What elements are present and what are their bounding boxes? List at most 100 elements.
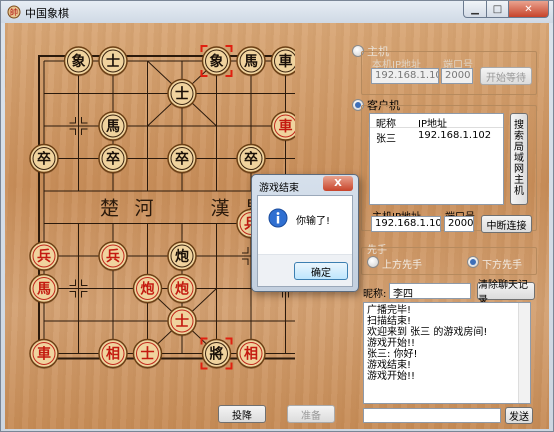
- client-port-field[interactable]: 2000: [444, 216, 474, 232]
- piece-label: 馬: [244, 54, 258, 70]
- close-icon: ✕: [524, 3, 533, 15]
- piece-label: 士: [175, 313, 189, 330]
- title-bar[interactable]: 帥 中国象棋 ▁ □ ✕: [1, 1, 553, 23]
- piece-label: 將: [210, 346, 224, 363]
- row-nickname: 张三: [376, 134, 396, 145]
- app-icon: 帥: [7, 5, 21, 19]
- chess-piece[interactable]: 卒: [167, 143, 197, 175]
- piece-label: 炮: [141, 281, 155, 298]
- piece-label: 士: [106, 53, 120, 70]
- top-first-label: 上方先手: [382, 260, 422, 271]
- dialog-body: 你输了! 确定: [257, 195, 353, 287]
- column-ip[interactable]: IP地址: [418, 115, 447, 130]
- chess-piece[interactable]: 車: [270, 46, 296, 77]
- close-button[interactable]: ✕: [509, 1, 549, 18]
- chess-piece[interactable]: 士: [98, 46, 128, 77]
- river-text: 河: [135, 197, 154, 219]
- dialog-message: 你输了!: [296, 216, 331, 227]
- chess-piece[interactable]: 馬: [98, 111, 128, 142]
- top-first-radio[interactable]: [367, 256, 379, 268]
- piece-label: 象: [72, 53, 86, 70]
- chat-line: 广播完毕!: [367, 305, 412, 316]
- server-port-field[interactable]: 2000: [441, 68, 473, 84]
- close-icon: X: [334, 178, 342, 189]
- chess-piece[interactable]: 相: [236, 338, 266, 370]
- piece-label: 兵: [106, 248, 120, 265]
- send-button[interactable]: 发送: [505, 407, 533, 424]
- chess-piece[interactable]: 士: [132, 338, 163, 370]
- piece-label: 馬: [37, 282, 51, 298]
- chess-piece[interactable]: 炮: [167, 273, 197, 305]
- piece-label: 象: [210, 53, 224, 70]
- chess-piece[interactable]: 車: [29, 338, 59, 370]
- chess-piece[interactable]: 馬: [29, 273, 59, 305]
- local-ip-field[interactable]: 192.168.1.102: [371, 68, 439, 84]
- piece-label: 卒: [37, 151, 51, 168]
- dialog-footer: 确定: [258, 254, 352, 286]
- host-ip-field[interactable]: 192.168.1.102: [371, 216, 441, 232]
- chess-piece[interactable]: 炮: [167, 241, 197, 272]
- chess-piece[interactable]: 將: [201, 338, 232, 370]
- disconnect-button[interactable]: 中断连接: [481, 215, 532, 233]
- piece-label: 士: [175, 86, 189, 103]
- chess-piece[interactable]: 馬: [236, 46, 266, 77]
- ready-button[interactable]: 准备: [287, 405, 335, 423]
- ok-button[interactable]: 确定: [294, 262, 348, 280]
- piece-label: 炮: [175, 281, 189, 298]
- chess-piece[interactable]: 兵: [29, 241, 59, 272]
- river-text: 漢: [210, 197, 229, 219]
- chess-piece[interactable]: 卒: [29, 143, 59, 175]
- window-title: 中国象棋: [25, 7, 69, 20]
- chess-piece[interactable]: 象: [201, 46, 232, 77]
- bottom-first-label: 下方先手: [482, 260, 522, 271]
- chat-line: 游戏结束!: [367, 360, 412, 371]
- chess-piece[interactable]: 士: [167, 78, 197, 110]
- chess-piece[interactable]: 卒: [98, 143, 128, 175]
- piece-label: 馬: [106, 119, 120, 135]
- dialog-title: 游戏结束: [259, 183, 299, 194]
- chess-piece[interactable]: 相: [98, 338, 128, 370]
- resign-button[interactable]: 投降: [218, 405, 266, 423]
- chess-piece[interactable]: 象: [63, 46, 94, 77]
- row-ip: 192.168.1.102: [418, 130, 492, 141]
- maximize-button[interactable]: □: [487, 1, 509, 18]
- host-list[interactable]: 昵称 IP地址 张三 192.168.1.102: [369, 113, 504, 205]
- chat-line: 欢迎来到 张三 的游戏房间!: [367, 327, 488, 338]
- main-window: 帥 中国象棋 ▁ □ ✕ 楚河漢界象士象馬車士馬車卒卒卒卒卒兵兵兵炮馬炮炮士車相…: [0, 0, 554, 432]
- piece-label: 相: [244, 346, 258, 363]
- chess-piece[interactable]: 車: [270, 111, 296, 142]
- chat-line: 扫描结束!: [367, 316, 412, 327]
- piece-label: 相: [106, 346, 120, 363]
- nickname-field[interactable]: 李四: [389, 283, 471, 299]
- list-item[interactable]: 张三 192.168.1.102: [370, 129, 503, 145]
- chess-piece[interactable]: 士: [167, 306, 197, 337]
- piece-label: 卒: [244, 151, 258, 168]
- chat-line: 游戏开始!!: [367, 371, 416, 382]
- svg-text:帥: 帥: [10, 7, 18, 17]
- piece-label: 炮: [175, 248, 189, 265]
- chat-input[interactable]: [363, 408, 501, 423]
- maximize-icon: □: [492, 3, 503, 15]
- chess-piece[interactable]: 卒: [236, 143, 266, 175]
- chat-log[interactable]: 广播完毕! 扫描结束! 欢迎来到 张三 的游戏房间! 游戏开始!! 张三: 你好! 游戏结…: [363, 302, 531, 404]
- chat-scrollbar[interactable]: [518, 303, 530, 403]
- host-list-header: 昵称 IP地址: [370, 114, 503, 130]
- clear-chat-button[interactable]: 清除聊天记录: [477, 280, 535, 306]
- dialog-close-button[interactable]: X: [323, 176, 353, 191]
- piece-label: 車: [279, 53, 293, 70]
- search-lan-hosts-button[interactable]: 搜索局域网主机: [510, 113, 528, 205]
- game-over-dialog: 游戏结束 X 你输了! 确定: [251, 174, 359, 292]
- chat-line: 游戏开始!!: [367, 338, 416, 349]
- river-text: 楚: [100, 197, 119, 219]
- piece-label: 車: [279, 118, 293, 135]
- column-nickname[interactable]: 昵称: [376, 115, 396, 130]
- bottom-first-radio[interactable]: [467, 256, 479, 268]
- start-waiting-button[interactable]: 开始等待: [480, 67, 532, 85]
- info-icon: [268, 208, 288, 228]
- piece-label: 兵: [37, 248, 51, 265]
- chat-line: 张三: 你好!: [367, 349, 418, 360]
- minimize-button[interactable]: ▁: [463, 1, 487, 18]
- chess-piece[interactable]: 炮: [132, 273, 163, 305]
- chess-piece[interactable]: 兵: [98, 241, 128, 272]
- piece-label: 卒: [175, 151, 189, 168]
